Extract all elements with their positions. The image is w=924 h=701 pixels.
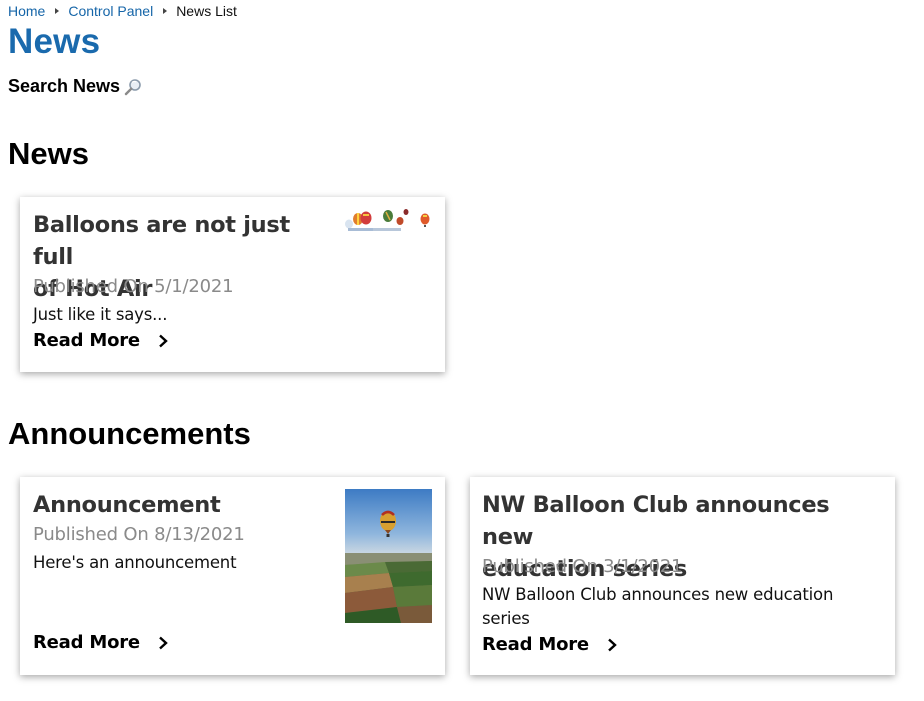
nw-balloon-club-card-summary: NW Balloon Club announces new education … [482,585,834,628]
news-card-read-more-link[interactable]: Read More [33,330,168,351]
chevron-right-icon [159,334,168,347]
announcement-card-date: Published On 8/13/2021 [33,524,245,545]
search-news-label: Search News [8,76,121,96]
news-card: Balloons are not just full of Hot Air Pu… [20,197,445,372]
announcement-card-summary: Here's an announcement [33,553,237,572]
news-section-title: News [8,136,89,171]
breadcrumb-separator-icon [55,8,60,14]
chevron-right-icon [159,636,168,649]
page-title: News [8,22,101,61]
announcement-card: Announcement Published On 8/13/2021 Here… [20,477,445,675]
announcement-card-title[interactable]: Announcement [33,489,221,521]
balloons-thumbnail [345,209,430,231]
breadcrumb-current: News List [176,3,237,19]
breadcrumb: Home Control Panel News List [8,3,237,19]
nw-balloon-club-card-read-more-link[interactable]: Read More [482,634,617,655]
nw-balloon-club-card-date: Published On 3/1/2021 [482,556,683,577]
chevron-right-icon [608,638,617,651]
announcement-card-read-more-link[interactable]: Read More [33,632,168,653]
balloon-landscape-thumbnail [345,489,432,623]
breadcrumb-control-panel-link[interactable]: Control Panel [68,3,153,19]
search-news-link[interactable]: Search News [8,76,142,97]
breadcrumb-separator-icon [163,8,168,14]
nw-balloon-club-card: NW Balloon Club announces new education … [470,477,895,675]
news-card-summary: Just like it says... [33,305,168,324]
magnifier-icon [124,78,141,95]
breadcrumb-home-link[interactable]: Home [8,3,45,19]
announcements-section-title: Announcements [8,416,251,451]
news-card-date: Published On 5/1/2021 [33,276,234,297]
